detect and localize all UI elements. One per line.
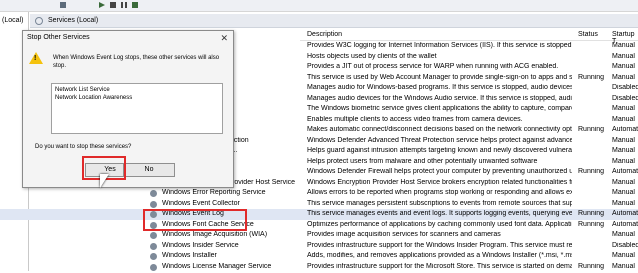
service-description: Windows Defender Advanced Threat Protect… xyxy=(307,136,572,144)
no-button[interactable]: No xyxy=(123,163,175,177)
service-gear-icon xyxy=(150,242,157,250)
service-status: Running xyxy=(578,210,605,217)
service-startup-type: Automati xyxy=(612,220,638,228)
service-startup-type: Manual xyxy=(612,147,635,154)
service-status: Running xyxy=(578,73,605,81)
service-startup-type: Manual xyxy=(612,136,635,144)
service-description: Makes automatic connect/disconnect decis… xyxy=(307,126,572,133)
service-description: Enables multiple clients to access video… xyxy=(307,115,523,123)
dialog-title: Stop Other Services xyxy=(27,34,90,41)
service-description: Helps protect users from malware and oth… xyxy=(307,157,538,165)
service-name: Windows Installer xyxy=(162,252,217,259)
start-icon[interactable] xyxy=(99,2,105,8)
table-row[interactable]: Windows Font Cache Service Optimizes perf… xyxy=(0,220,638,231)
service-startup-type: Manual xyxy=(612,63,635,70)
service-description: This service manages events and event lo… xyxy=(307,210,572,217)
service-startup-type: Disabled xyxy=(612,84,638,91)
list-item: Network List Service xyxy=(55,87,110,93)
pause-icon[interactable] xyxy=(121,2,127,8)
service-startup-type: Automati xyxy=(612,126,638,133)
service-startup-type: Manual xyxy=(612,73,635,81)
service-startup-type: Automati xyxy=(612,168,638,175)
service-gear-icon xyxy=(150,263,157,271)
service-name: Windows Event Collector xyxy=(162,199,240,207)
stop-other-services-dialog: Stop Other Services ✕ ! When Windows Eve… xyxy=(22,30,234,188)
service-status: Running xyxy=(578,168,605,175)
service-status: Running xyxy=(578,262,605,270)
service-startup-type: Manual xyxy=(612,189,635,196)
service-description: Windows Encryption Provider Host Service… xyxy=(307,178,572,186)
back-icon[interactable] xyxy=(60,2,66,8)
service-name: Windows License Manager Service xyxy=(162,262,272,270)
warning-icon-mark: ! xyxy=(34,55,37,62)
close-icon[interactable]: ✕ xyxy=(220,33,228,44)
service-description: Provides image acquisition services for … xyxy=(307,231,501,238)
service-startup-type: Manual xyxy=(612,262,635,270)
service-description: Provides a JIT out of process service fo… xyxy=(307,63,559,70)
services-title: Services (Local) xyxy=(48,17,99,24)
restart-icon[interactable] xyxy=(132,2,138,8)
service-startup-type: Manual xyxy=(612,199,635,207)
table-row[interactable]: Windows Event Log This service manages ev… xyxy=(0,209,638,220)
service-description: This service is used by Web Account Mana… xyxy=(307,73,572,81)
service-description: Windows Defender Firewall helps protect … xyxy=(307,168,572,175)
service-startup-type: Disabled xyxy=(612,241,638,249)
service-description: Manages audio for Windows-based programs… xyxy=(307,84,572,91)
stop-icon[interactable] xyxy=(110,2,116,8)
table-row[interactable]: Windows Error Reporting Service Allows er… xyxy=(0,188,638,199)
service-description: Hosts objects used by clients of the wal… xyxy=(307,52,437,60)
service-startup-type: Manual xyxy=(612,105,635,112)
highlight-box xyxy=(143,209,247,231)
service-name: Windows Image Acquisition (WIA) xyxy=(162,231,268,238)
list-item: Network Location Awareness xyxy=(55,95,133,101)
table-row[interactable]: Windows Insider Service Provides infrastr… xyxy=(0,241,638,252)
service-name: Windows Error Reporting Service xyxy=(162,189,266,196)
service-startup-type: Manual xyxy=(612,42,635,49)
service-gear-icon xyxy=(150,232,157,239)
service-description: Provides infrastructure support for the … xyxy=(307,241,572,249)
table-row[interactable]: Windows Installer Adds, modifies, and rem… xyxy=(0,251,638,262)
column-description[interactable]: Description xyxy=(307,31,342,38)
service-gear-icon xyxy=(150,200,157,208)
toolbar xyxy=(0,0,638,12)
services-header: Services (Local) xyxy=(30,14,638,28)
column-status[interactable]: Status xyxy=(578,31,598,38)
column-header: Description Status Startup T xyxy=(300,28,638,45)
service-description: Optimizes performance of applications by… xyxy=(307,220,572,228)
service-description: Adds, modifies, and removes applications… xyxy=(307,252,572,259)
mouse-cursor xyxy=(100,174,109,188)
dialog-message: When Windows Event Log stops, these othe… xyxy=(53,55,220,69)
service-startup-type: Automati xyxy=(612,210,638,217)
service-description: Provides infrastructure support for the … xyxy=(307,262,572,270)
service-description: Allows errors to be reported when progra… xyxy=(307,189,572,196)
service-startup-type: Manual xyxy=(612,252,635,259)
service-description: The Windows biometric service gives clie… xyxy=(307,105,572,112)
service-description: Manages audio devices for the Windows Au… xyxy=(307,94,572,102)
dialog-question: Do you want to stop these services? xyxy=(35,144,132,150)
service-description: This service manages persistent subscrip… xyxy=(307,199,572,207)
service-status: Running xyxy=(578,220,605,228)
service-gear-icon xyxy=(150,253,157,260)
service-startup-type: Manual xyxy=(612,178,635,186)
tree-item-local[interactable]: (Local) xyxy=(2,17,23,24)
service-startup-type: Disabled xyxy=(612,94,638,102)
service-startup-type: Manual xyxy=(612,157,635,165)
table-row[interactable]: Windows Image Acquisition (WIA) Provides … xyxy=(0,230,638,241)
service-status: Running xyxy=(578,126,605,133)
service-gear-icon xyxy=(150,190,157,197)
service-name: Windows Insider Service xyxy=(162,241,239,249)
table-row[interactable]: Windows Event Collector This service mana… xyxy=(0,199,638,210)
gear-icon xyxy=(35,17,43,25)
dependent-services-list: Network List Service Network Location Aw… xyxy=(51,83,223,134)
service-description: Helps guard against intrusion attempts t… xyxy=(307,147,572,154)
service-startup-type: Manual xyxy=(612,231,635,238)
service-startup-type: Manual xyxy=(612,52,635,60)
service-description: Provides W3C logging for Internet Inform… xyxy=(307,42,572,49)
service-startup-type: Manual xyxy=(612,115,635,123)
